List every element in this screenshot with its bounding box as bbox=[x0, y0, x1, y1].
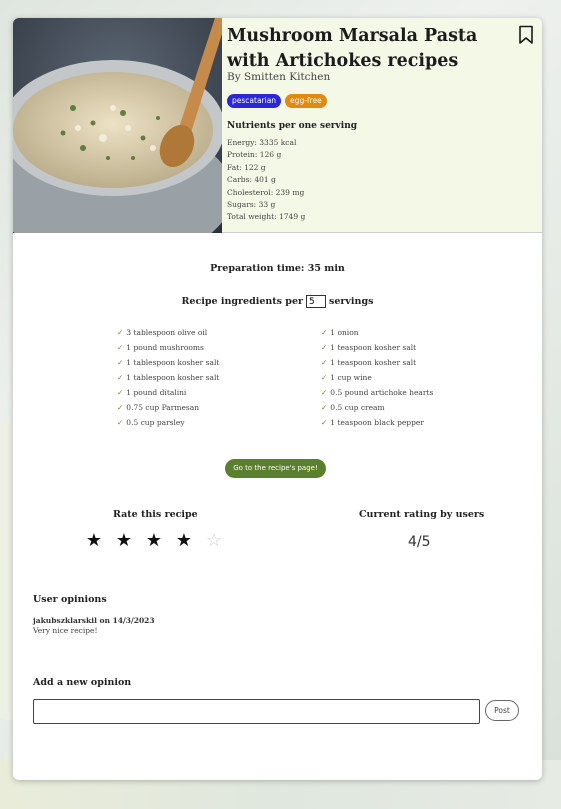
check-icon: ✓ bbox=[117, 388, 124, 397]
check-icon: ✓ bbox=[321, 403, 328, 412]
nutrient-item: Cholesterol: 239 mg bbox=[227, 187, 305, 197]
go-to-recipe-button[interactable]: Go to the recipe's page! bbox=[225, 459, 326, 478]
rating-stars: ★ ★ ★ ★ ☆ bbox=[85, 530, 223, 551]
recipe-card: Mushroom Marsala Pasta with Artichokes r… bbox=[13, 18, 542, 780]
star-icon[interactable]: ★ bbox=[175, 530, 193, 551]
ingredient-item: ✓ 1 cup wine bbox=[321, 373, 372, 382]
check-icon: ✓ bbox=[321, 373, 328, 382]
nutrients-list: Energy: 3335 kcal Protein: 126 g Fat: 12… bbox=[227, 137, 305, 224]
bookmark-icon[interactable] bbox=[518, 25, 534, 45]
servings-unit-label: servings bbox=[329, 296, 374, 307]
check-icon: ✓ bbox=[321, 418, 328, 427]
preparation-time: Preparation time: 35 min bbox=[210, 263, 345, 274]
ingredient-item: ✓ 1 tablespoon kosher salt bbox=[117, 358, 220, 367]
star-icon[interactable]: ★ bbox=[145, 530, 163, 551]
check-icon: ✓ bbox=[117, 343, 124, 352]
ingredient-item: ✓ 0.75 cup Parmesan bbox=[117, 403, 200, 412]
label-badge: pescatarian bbox=[227, 94, 282, 108]
ingredient-item: ✓ 0.5 pound artichoke hearts bbox=[321, 388, 434, 397]
label-badge: egg-free bbox=[285, 94, 327, 108]
ingredient-item: ✓ 1 teaspoon kosher salt bbox=[321, 343, 417, 352]
nutrient-item: Fat: 122 g bbox=[227, 162, 266, 172]
check-icon: ✓ bbox=[321, 328, 328, 337]
nutrients-title: Nutrients per one serving bbox=[227, 121, 358, 131]
add-opinion-title: Add a new opinion bbox=[33, 677, 132, 688]
ingredient-item: ✓ 0.5 cup cream bbox=[321, 403, 385, 412]
opinion-text: Very nice recipe! bbox=[33, 626, 98, 635]
opinion-textarea[interactable] bbox=[33, 699, 480, 724]
recipe-photo bbox=[13, 18, 222, 233]
ingredients-list-left: ✓ 3 tablespoon olive oil ✓ 1 pound mushroo… bbox=[117, 325, 219, 430]
ingredient-item: ✓ 1 teaspoon kosher salt bbox=[321, 358, 417, 367]
nutrient-item: Energy: 3335 kcal bbox=[227, 138, 297, 147]
nutrient-item: Sugars: 33 g bbox=[227, 200, 276, 210]
current-rating-value: 4/5 bbox=[408, 534, 431, 550]
check-icon: ✓ bbox=[117, 328, 124, 337]
post-button[interactable]: Post bbox=[485, 700, 519, 721]
servings-input[interactable] bbox=[306, 295, 327, 308]
ingredient-item: ✓ 1 pound mushrooms bbox=[117, 343, 204, 352]
servings-label: Recipe ingredients per bbox=[181, 296, 304, 307]
check-icon: ✓ bbox=[117, 358, 124, 367]
diet-labels: pescatarian egg-free bbox=[227, 94, 327, 108]
user-opinions-title: User opinions bbox=[33, 594, 107, 605]
recipe-title: Mushroom Marsala Pasta with Artichokes r… bbox=[227, 26, 478, 71]
rate-recipe-title: Rate this recipe bbox=[113, 509, 198, 520]
nutrient-item: Carbs: 401 g bbox=[227, 175, 276, 185]
recipe-header: Mushroom Marsala Pasta with Artichokes r… bbox=[13, 18, 542, 233]
ingredients-list-right: ✓ 1 onion ✓ 1 teaspoon kosher salt ✓ 1 teas… bbox=[321, 325, 433, 430]
check-icon: ✓ bbox=[117, 418, 124, 427]
check-icon: ✓ bbox=[117, 373, 124, 382]
nutrient-item: Total weight: 1749 g bbox=[227, 212, 306, 222]
nutrient-item: Protein: 126 g bbox=[227, 150, 282, 160]
ingredient-item: ✓ 1 pound ditalini bbox=[117, 388, 187, 397]
opinion-author: jakubszklarskil on 14/3/2023 bbox=[33, 616, 155, 625]
star-icon[interactable]: ★ bbox=[85, 530, 103, 551]
recipe-author: By Smitten Kitchen bbox=[227, 71, 331, 83]
ingredient-item: ✓ 1 teaspoon black pepper bbox=[321, 418, 424, 427]
check-icon: ✓ bbox=[117, 403, 124, 412]
check-icon: ✓ bbox=[321, 343, 328, 352]
current-rating-title: Current rating by users bbox=[359, 509, 485, 520]
ingredient-item: ✓ 1 tablespoon kosher salt bbox=[117, 373, 220, 382]
ingredient-item: ✓ 3 tablespoon olive oil bbox=[117, 328, 208, 337]
star-icon[interactable]: ☆ bbox=[205, 530, 223, 551]
ingredient-item: ✓ 0.5 cup parsley bbox=[117, 418, 185, 427]
check-icon: ✓ bbox=[321, 388, 328, 397]
servings-row: Recipe ingredients per servings bbox=[13, 295, 542, 308]
star-icon[interactable]: ★ bbox=[115, 530, 133, 551]
check-icon: ✓ bbox=[321, 358, 328, 367]
ingredient-item: ✓ 1 onion bbox=[321, 328, 359, 337]
